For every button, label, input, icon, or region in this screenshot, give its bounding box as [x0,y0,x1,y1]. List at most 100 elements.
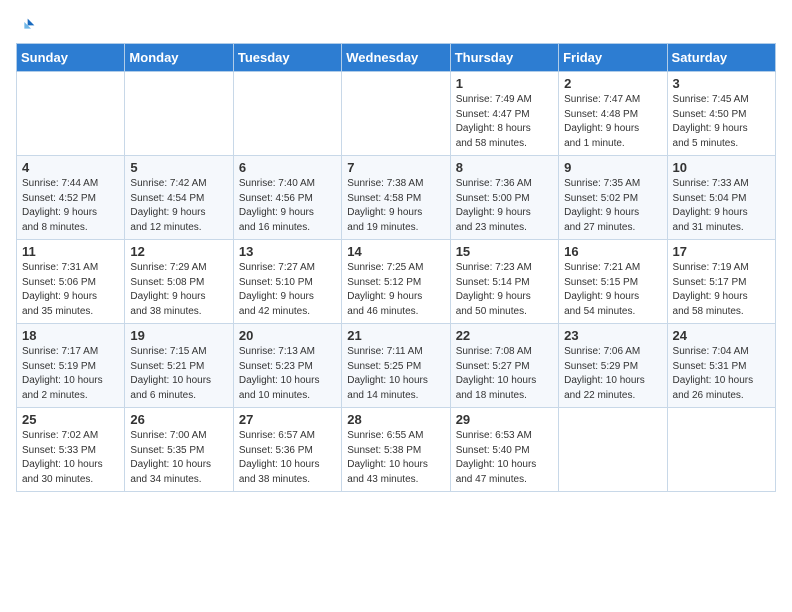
day-number: 12 [130,244,227,259]
calendar-cell: 11Sunrise: 7:31 AM Sunset: 5:06 PM Dayli… [17,240,125,324]
day-number: 3 [673,76,770,91]
cell-info: Sunrise: 6:55 AM Sunset: 5:38 PM Dayligh… [347,429,444,487]
day-number: 29 [456,412,553,427]
calendar-cell: 12 Sunrise: 7:29 AM Sunset: 5:08 PM Dayli… [125,240,233,324]
calendar-cell: 1 Sunrise: 7:49 AM Sunset: 4:47 PM Daylig… [450,72,558,156]
calendar-cell: 14 Sunrise: 7:25 AM Sunset: 5:12 PM Dayli… [342,240,450,324]
cell-info: Sunrise: 7:40 AM Sunset: 4:56 PM Dayligh… [239,177,336,235]
day-number: 5 [130,160,227,175]
week-row-1: 1 Sunrise: 7:49 AM Sunset: 4:47 PM Daylig… [17,72,776,156]
day-number: 14 [347,244,444,259]
cell-info: Sunrise: 7:36 AM Sunset: 5:00 PM Dayligh… [456,177,553,235]
day-number: 17 [673,244,770,259]
cell-info: Sunrise: 7:38 AM Sunset: 4:58 PM Dayligh… [347,177,444,235]
day-number: 22 [456,328,553,343]
calendar-cell: 19Sunrise: 7:15 AM Sunset: 5:21 PM Dayli… [125,324,233,408]
cell-info: Sunrise: 7:23 AM Sunset: 5:14 PM Dayligh… [456,261,553,319]
cell-info: Sunrise: 7:21 AM Sunset: 5:15 PM Dayligh… [564,261,661,319]
day-number: 7 [347,160,444,175]
cell-info: Sunrise: 7:31 AM Sunset: 5:06 PM Dayligh… [22,261,119,319]
week-row-4: 18 Sunrise: 7:17 AM Sunset: 5:19 PM Dayli… [17,324,776,408]
week-row-3: 11Sunrise: 7:31 AM Sunset: 5:06 PM Dayli… [17,240,776,324]
cell-info: Sunrise: 7:42 AM Sunset: 4:54 PM Dayligh… [130,177,227,235]
day-header-tuesday: Tuesday [233,44,341,72]
calendar-cell: 2 Sunrise: 7:47 AM Sunset: 4:48 PM Daylig… [559,72,667,156]
day-number: 9 [564,160,661,175]
calendar-cell: 21 Sunrise: 7:11 AM Sunset: 5:25 PM Dayli… [342,324,450,408]
day-header-friday: Friday [559,44,667,72]
cell-info: Sunrise: 7:25 AM Sunset: 5:12 PM Dayligh… [347,261,444,319]
calendar-cell: 27 Sunrise: 6:57 AM Sunset: 5:36 PM Dayli… [233,408,341,492]
day-number: 2 [564,76,661,91]
calendar-cell: 17 Sunrise: 7:19 AM Sunset: 5:17 PM Dayli… [667,240,775,324]
cell-info: Sunrise: 7:29 AM Sunset: 5:08 PM Dayligh… [130,261,227,319]
calendar-cell: 13 Sunrise: 7:27 AM Sunset: 5:10 PM Dayli… [233,240,341,324]
calendar-cell: 9Sunrise: 7:35 AM Sunset: 5:02 PM Daylig… [559,156,667,240]
calendar-cell: 5 Sunrise: 7:42 AM Sunset: 4:54 PM Daylig… [125,156,233,240]
calendar-table: SundayMondayTuesdayWednesdayThursdayFrid… [16,43,776,492]
calendar-cell: 23 Sunrise: 7:06 AM Sunset: 5:29 PM Dayli… [559,324,667,408]
day-number: 13 [239,244,336,259]
day-number: 16 [564,244,661,259]
calendar-cell: 6 Sunrise: 7:40 AM Sunset: 4:56 PM Daylig… [233,156,341,240]
cell-info: Sunrise: 7:33 AM Sunset: 5:04 PM Dayligh… [673,177,770,235]
day-number: 18 [22,328,119,343]
calendar-cell [559,408,667,492]
day-header-monday: Monday [125,44,233,72]
cell-info: Sunrise: 7:45 AM Sunset: 4:50 PM Dayligh… [673,93,770,151]
calendar-cell: 22 Sunrise: 7:08 AM Sunset: 5:27 PM Dayli… [450,324,558,408]
cell-info: Sunrise: 7:11 AM Sunset: 5:25 PM Dayligh… [347,345,444,403]
day-number: 25 [22,412,119,427]
day-number: 4 [22,160,119,175]
day-header-saturday: Saturday [667,44,775,72]
cell-info: Sunrise: 7:13 AM Sunset: 5:23 PM Dayligh… [239,345,336,403]
cell-info: Sunrise: 7:08 AM Sunset: 5:27 PM Dayligh… [456,345,553,403]
logo [16,16,38,37]
calendar-cell: 8 Sunrise: 7:36 AM Sunset: 5:00 PM Daylig… [450,156,558,240]
cell-info: Sunrise: 7:19 AM Sunset: 5:17 PM Dayligh… [673,261,770,319]
calendar-cell: 10 Sunrise: 7:33 AM Sunset: 5:04 PM Dayli… [667,156,775,240]
day-header-thursday: Thursday [450,44,558,72]
cell-info: Sunrise: 7:04 AM Sunset: 5:31 PM Dayligh… [673,345,770,403]
calendar-cell: 4 Sunrise: 7:44 AM Sunset: 4:52 PM Daylig… [17,156,125,240]
calendar-cell: 26 Sunrise: 7:00 AM Sunset: 5:35 PM Dayli… [125,408,233,492]
calendar-cell: 16 Sunrise: 7:21 AM Sunset: 5:15 PM Dayli… [559,240,667,324]
day-number: 1 [456,76,553,91]
week-row-2: 4 Sunrise: 7:44 AM Sunset: 4:52 PM Daylig… [17,156,776,240]
day-number: 10 [673,160,770,175]
day-number: 21 [347,328,444,343]
cell-info: Sunrise: 7:44 AM Sunset: 4:52 PM Dayligh… [22,177,119,235]
calendar-cell [125,72,233,156]
day-number: 24 [673,328,770,343]
calendar-cell: 15 Sunrise: 7:23 AM Sunset: 5:14 PM Dayli… [450,240,558,324]
calendar-cell: 28Sunrise: 6:55 AM Sunset: 5:38 PM Dayli… [342,408,450,492]
day-number: 8 [456,160,553,175]
day-number: 23 [564,328,661,343]
calendar-cell: 20 Sunrise: 7:13 AM Sunset: 5:23 PM Dayli… [233,324,341,408]
week-row-5: 25Sunrise: 7:02 AM Sunset: 5:33 PM Dayli… [17,408,776,492]
cell-info: Sunrise: 7:17 AM Sunset: 5:19 PM Dayligh… [22,345,119,403]
calendar-cell: 7 Sunrise: 7:38 AM Sunset: 4:58 PM Daylig… [342,156,450,240]
day-number: 6 [239,160,336,175]
cell-info: Sunrise: 7:47 AM Sunset: 4:48 PM Dayligh… [564,93,661,151]
calendar-cell: 25Sunrise: 7:02 AM Sunset: 5:33 PM Dayli… [17,408,125,492]
day-number: 15 [456,244,553,259]
calendar-cell: 3 Sunrise: 7:45 AM Sunset: 4:50 PM Daylig… [667,72,775,156]
day-number: 26 [130,412,227,427]
cell-info: Sunrise: 6:57 AM Sunset: 5:36 PM Dayligh… [239,429,336,487]
logo-icon [16,17,36,37]
cell-info: Sunrise: 7:49 AM Sunset: 4:47 PM Dayligh… [456,93,553,151]
calendar-cell [233,72,341,156]
day-header-sunday: Sunday [17,44,125,72]
day-number: 27 [239,412,336,427]
cell-info: Sunrise: 6:53 AM Sunset: 5:40 PM Dayligh… [456,429,553,487]
calendar-cell [667,408,775,492]
day-number: 20 [239,328,336,343]
cell-info: Sunrise: 7:00 AM Sunset: 5:35 PM Dayligh… [130,429,227,487]
day-header-wednesday: Wednesday [342,44,450,72]
cell-info: Sunrise: 7:27 AM Sunset: 5:10 PM Dayligh… [239,261,336,319]
calendar-cell [342,72,450,156]
calendar-cell: 18 Sunrise: 7:17 AM Sunset: 5:19 PM Dayli… [17,324,125,408]
day-number: 19 [130,328,227,343]
cell-info: Sunrise: 7:06 AM Sunset: 5:29 PM Dayligh… [564,345,661,403]
